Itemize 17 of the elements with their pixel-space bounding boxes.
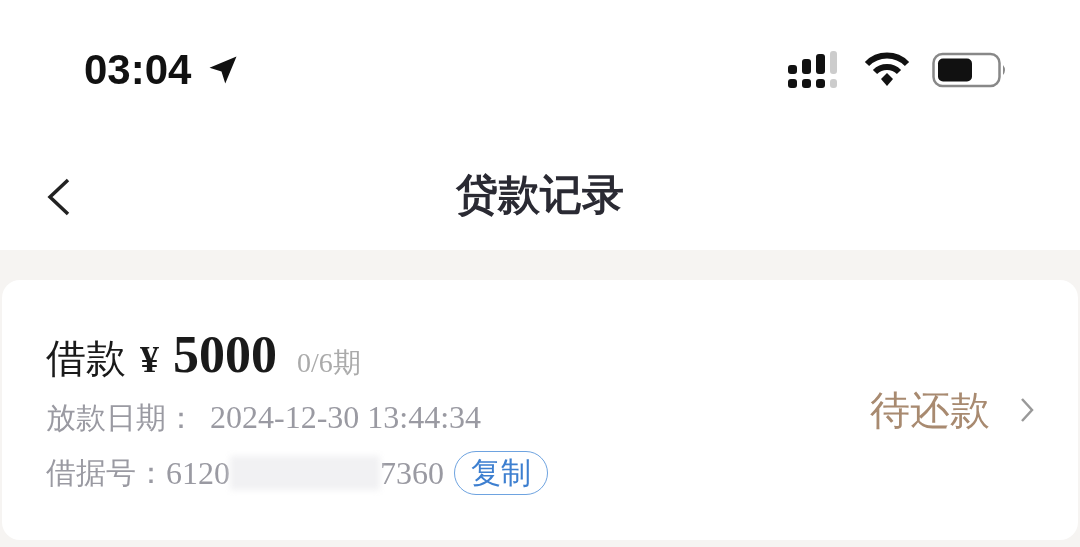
wifi-icon — [864, 52, 910, 88]
loan-card[interactable]: 借款 ¥ 5000 0/6期 放款日期： 2024-12-30 13:44:34 借据号：6120 7360 复制 待还款 — [2, 280, 1078, 540]
clock-time: 03:04 — [84, 46, 192, 94]
date-label: 放款日期： — [46, 399, 196, 437]
period-count: 0/6期 — [297, 346, 361, 380]
loan-number-start: 6120 — [166, 454, 230, 492]
number-label: 借据号： — [46, 453, 166, 492]
copy-button[interactable]: 复制 — [454, 451, 548, 495]
loan-number-end: 7360 — [380, 454, 444, 492]
loan-label: 借款 — [46, 334, 126, 383]
battery-icon — [932, 52, 1008, 88]
chevron-right-icon — [1020, 397, 1034, 423]
loan-amount: 5000 — [173, 325, 277, 384]
loan-date: 2024-12-30 13:44:34 — [210, 399, 482, 436]
page-title: 贷款记录 — [456, 169, 624, 221]
loan-status: 待还款 — [870, 385, 990, 435]
currency-symbol: ¥ — [140, 337, 159, 381]
